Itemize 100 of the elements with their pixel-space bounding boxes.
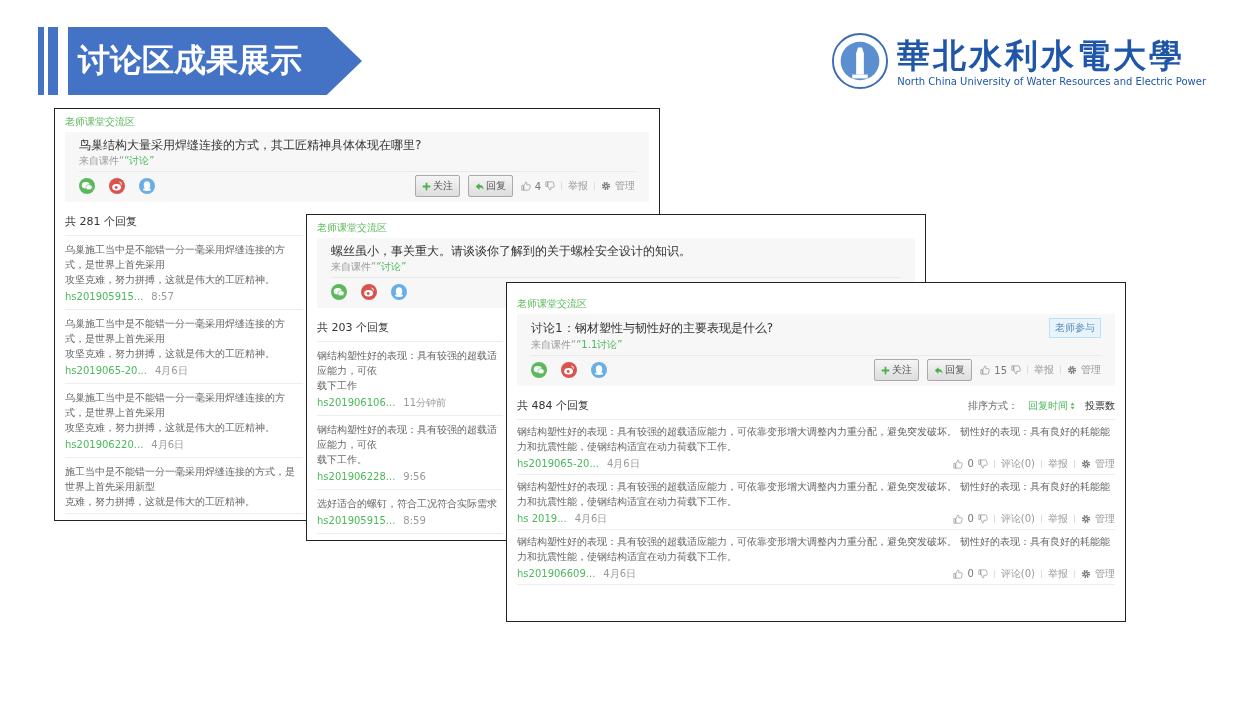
action-link[interactable]: 管理 xyxy=(1081,363,1101,377)
reply-count: 共 281 个回复 xyxy=(65,214,137,229)
reply-button[interactable]: 回复 xyxy=(467,175,513,197)
like-count: 15 xyxy=(994,364,1007,376)
qq-icon[interactable] xyxy=(139,178,155,194)
wechat-icon[interactable] xyxy=(531,362,547,378)
follow-button[interactable]: 关注 xyxy=(414,175,460,197)
reply-text: 攻坚克难，努力拼搏，这就是伟大的工匠精神。 xyxy=(65,347,276,361)
section-label: 老师课堂交流区 xyxy=(517,297,588,311)
username-link[interactable]: hs201906220... xyxy=(65,437,144,453)
action-link[interactable]: 管理 xyxy=(615,179,635,193)
thumbs-up-icon[interactable] xyxy=(980,365,991,375)
like-count: 0 xyxy=(967,567,974,581)
action-link[interactable]: 举报 xyxy=(1048,456,1068,472)
action-link[interactable]: 管理 xyxy=(1095,456,1115,472)
question-title: 螺丝虽小，事关重大。请谈谈你了解到的关于螺栓安全设计的知识。 xyxy=(331,243,691,260)
settings-icon[interactable] xyxy=(601,181,611,191)
like-count: 0 xyxy=(967,457,974,471)
reply-text: 攻坚克难，努力拼搏，这就是伟大的工匠精神。 xyxy=(65,421,276,435)
reply-time: 4月6日 xyxy=(151,438,185,452)
reply-time: 4月6日 xyxy=(606,457,640,471)
action-link[interactable]: 评论(0) xyxy=(1000,511,1035,527)
reply-text: 选好适合的螺钉，符合工况符合实际需求 xyxy=(317,497,498,511)
action-link[interactable]: 举报 xyxy=(1048,566,1068,582)
like-count: 4 xyxy=(534,180,541,192)
thumbs-down-icon[interactable] xyxy=(977,459,988,469)
reply-time: 8:57 xyxy=(151,290,174,304)
like-count: 0 xyxy=(967,512,974,526)
wechat-icon[interactable] xyxy=(331,284,347,300)
reply-time: 4月6日 xyxy=(574,512,608,526)
reply-text: 钢结构塑性好的表现：具有较强的超载适应能力，可依靠变形增大调整内力重分配，避免突发破坏。 韧性好的表现：具有良好的耗能能力和抗震性能，使钢结构适宜在动力荷载下工作。 xyxy=(517,425,1112,454)
settings-icon[interactable] xyxy=(1067,365,1077,375)
reply-time: 4月6日 xyxy=(603,567,637,581)
sort-option[interactable]: 回复时间 xyxy=(1028,398,1075,413)
thumbs-down-icon[interactable] xyxy=(1011,365,1021,375)
thumbs-down-icon[interactable] xyxy=(977,514,988,524)
wechat-icon[interactable] xyxy=(79,178,95,194)
action-link[interactable]: 评论(0) xyxy=(1000,456,1035,472)
question-title: 鸟巢结构大量采用焊缝连接的方式，其工匠精神具体体现在哪里? xyxy=(79,137,422,154)
settings-icon[interactable] xyxy=(1081,459,1091,469)
reply-text: 钢结构塑性好的表现：具有较强的超载适应能力，可依靠变形增大调整内力重分配，避免突发破坏。 韧性好的表现：具有良好的耗能能力和抗震性能，使钢结构适宜在动力荷载下工作。 xyxy=(517,480,1112,509)
reply-arrow-icon xyxy=(474,181,484,191)
thumbs-up-icon[interactable] xyxy=(953,569,964,579)
reply-count: 共 484 个回复 xyxy=(517,398,589,413)
sort-option[interactable]: 投票数 xyxy=(1085,398,1115,413)
reply-text: 钢结构塑性好的表现：具有较强的超载适应能力，可依 xyxy=(317,349,498,378)
reply-text: 乌巢施工当中是不能错一分一毫采用焊缝连接的方式，是世界上首先采用 xyxy=(65,243,286,272)
action-link[interactable]: 管理 xyxy=(1095,566,1115,582)
sort-caret-icon xyxy=(1070,401,1075,410)
settings-icon[interactable] xyxy=(1081,569,1091,579)
username-link[interactable]: hs201905915... xyxy=(65,289,144,305)
section-label: 老师课堂交流区 xyxy=(317,221,388,235)
university-name: 華北水利水電大學 xyxy=(897,35,1187,76)
action-link[interactable]: 管理 xyxy=(1095,511,1115,527)
section-label: 老师课堂交流区 xyxy=(65,115,136,129)
username-link[interactable]: hs201905915... xyxy=(317,513,396,529)
reply-time: 4月6日 xyxy=(154,364,188,378)
source-link[interactable]: “1.1讨论” xyxy=(576,339,623,350)
username-link[interactable]: hs2019065-20... xyxy=(517,456,599,472)
source-link[interactable]: “讨论” xyxy=(124,155,155,166)
reply-text: 克难，努力拼搏，这就是伟大的工匠精神。 xyxy=(65,495,256,509)
reply-text: 攻坚克难，努力拼搏，这就是伟大的工匠精神。 xyxy=(65,273,276,287)
username-link[interactable]: hs201906106... xyxy=(317,395,396,411)
weibo-icon[interactable] xyxy=(561,362,577,378)
reply-button[interactable]: 回复 xyxy=(927,359,973,381)
thumbs-up-icon[interactable] xyxy=(953,459,964,469)
source-label: 来自课件“ xyxy=(531,339,577,350)
source-label: 来自课件“ xyxy=(331,261,377,272)
username-link[interactable]: hs 2019... xyxy=(517,511,567,527)
action-link[interactable]: 举报 xyxy=(568,179,588,193)
reply-text: 乌巢施工当中是不能错一分一毫采用焊缝连接的方式，是世界上首先采用 xyxy=(65,391,286,420)
reply-text: 载下工作 xyxy=(317,379,358,393)
source-link[interactable]: “讨论” xyxy=(376,261,407,272)
reply-time: 9:56 xyxy=(403,470,426,484)
action-link[interactable]: 评论(0) xyxy=(1000,566,1035,582)
username-link[interactable]: hs2019065-20... xyxy=(65,363,147,379)
reply-text: 钢结构塑性好的表现：具有较强的超载适应能力，可依靠变形增大调整内力重分配，避免突发破坏。 韧性好的表现：具有良好的耗能能力和抗震性能，使钢结构适宜在动力荷载下工作。 xyxy=(517,535,1112,564)
qq-icon[interactable] xyxy=(591,362,607,378)
reply-count: 共 203 个回复 xyxy=(317,320,389,335)
question-title: 讨论1：钢材塑性与韧性好的主要表现是什么? xyxy=(531,320,773,337)
qq-icon[interactable] xyxy=(391,284,407,300)
teacher-tag: 老师参与 xyxy=(1049,318,1101,338)
username-link[interactable]: hs201906609... xyxy=(517,566,596,582)
reply-text: 施工当中是不能错一分一毫采用焊缝连接的方式，是世界上首先采用新型 xyxy=(65,465,296,494)
follow-button[interactable]: 关注 xyxy=(874,359,920,381)
thumbs-up-icon[interactable] xyxy=(953,514,964,524)
settings-icon[interactable] xyxy=(1081,514,1091,524)
plus-icon xyxy=(881,365,891,375)
thumbs-down-icon[interactable] xyxy=(545,181,555,191)
reply-text: 载下工作。 xyxy=(317,453,368,467)
weibo-icon[interactable] xyxy=(109,178,125,194)
weibo-icon[interactable] xyxy=(361,284,377,300)
plus-icon xyxy=(421,181,431,191)
source-label: 来自课件“ xyxy=(79,155,125,166)
action-link[interactable]: 举报 xyxy=(1048,511,1068,527)
title-banner: 讨论区成果展示 xyxy=(68,27,362,95)
thumbs-up-icon[interactable] xyxy=(520,181,531,191)
action-link[interactable]: 举报 xyxy=(1034,363,1054,377)
username-link[interactable]: hs201906228... xyxy=(317,469,396,485)
thumbs-down-icon[interactable] xyxy=(977,569,988,579)
